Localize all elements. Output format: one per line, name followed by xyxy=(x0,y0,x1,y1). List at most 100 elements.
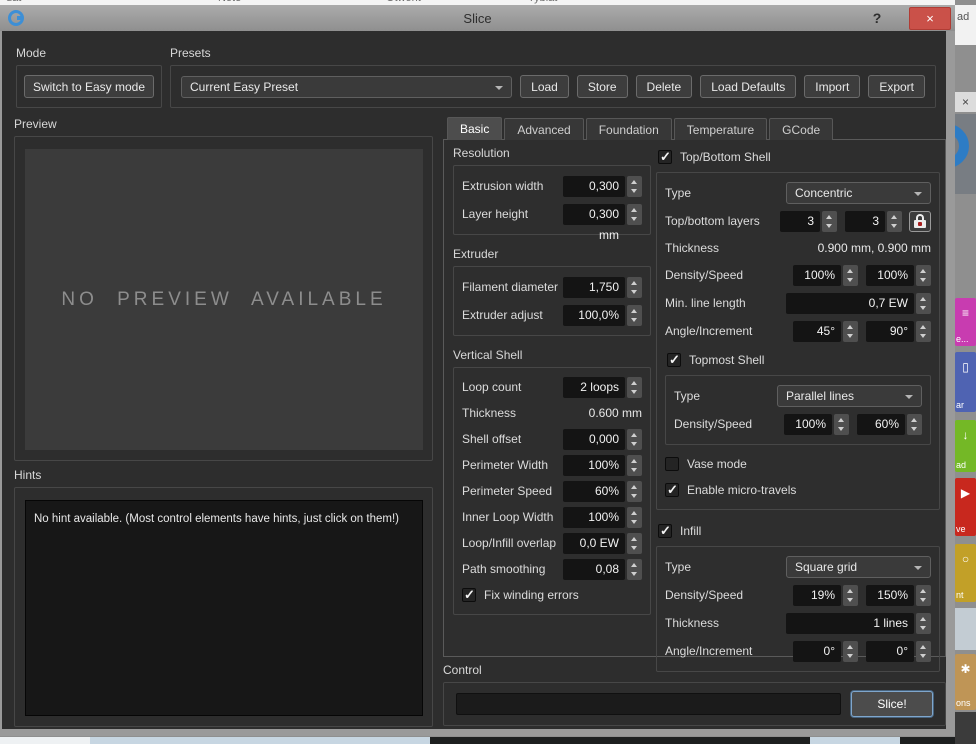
spinner-button[interactable] xyxy=(843,265,858,286)
topmost-type-dropdown[interactable]: Parallel lines xyxy=(777,385,922,407)
spinner-button[interactable] xyxy=(916,321,931,342)
layer-height-field[interactable]: 0,300 mm xyxy=(563,204,625,225)
fix-winding-checkbox[interactable] xyxy=(462,588,476,602)
delete-button[interactable]: Delete xyxy=(636,75,693,98)
background-fragment xyxy=(955,712,976,744)
tbs-layers-field-1[interactable]: 3 xyxy=(780,211,820,232)
infill-density-row: Density/Speed 19% 150% xyxy=(657,581,939,609)
tab-advanced[interactable]: Advanced xyxy=(504,118,583,140)
basic-tab-panel: Resolution Extrusion width 0,300 mm Laye… xyxy=(443,139,946,657)
spinner-button[interactable] xyxy=(627,305,642,326)
tab-foundation[interactable]: Foundation xyxy=(586,118,672,140)
vertical-shell-title: Vertical Shell xyxy=(453,348,651,362)
perimeter-width-field[interactable]: 100% xyxy=(563,455,625,476)
tbs-angle-row: Angle/Increment 45° 90° xyxy=(657,317,939,345)
spinner-button[interactable] xyxy=(627,559,642,580)
background-close-icon[interactable]: × xyxy=(955,92,976,112)
spinner-button[interactable] xyxy=(627,204,642,225)
spinner-button[interactable] xyxy=(627,455,642,476)
spinner-button[interactable] xyxy=(627,507,642,528)
perimeter-speed-field[interactable]: 60% xyxy=(563,481,625,502)
titlebar[interactable]: Slice ? × xyxy=(0,5,955,31)
lock-icon[interactable] xyxy=(909,211,931,232)
micro-travels-checkbox[interactable] xyxy=(665,483,679,497)
spinner-button[interactable] xyxy=(627,429,642,450)
spinner-button[interactable] xyxy=(916,641,931,662)
import-button[interactable]: Import xyxy=(804,75,860,98)
top-bottom-shell-checkbox[interactable] xyxy=(658,150,672,164)
bg-toolbar-button-1[interactable]: ≡ e... xyxy=(955,298,976,346)
bg-toolbar-button-5[interactable]: ○ nt xyxy=(955,544,976,602)
tab-gcode[interactable]: GCode xyxy=(769,118,833,140)
switch-easy-mode-button[interactable]: Switch to Easy mode xyxy=(24,75,154,98)
bg-toolbar-button-2[interactable]: ▯ ar xyxy=(955,352,976,412)
spinner-button[interactable] xyxy=(627,277,642,298)
infill-angle-row: Angle/Increment 0° 0° xyxy=(657,637,939,665)
tbs-increment-field[interactable]: 90° xyxy=(866,321,914,342)
close-button[interactable]: × xyxy=(909,7,951,30)
inner-loop-width-field[interactable]: 100% xyxy=(563,507,625,528)
spinner-button[interactable] xyxy=(627,377,642,398)
spinner-button[interactable] xyxy=(834,414,849,435)
path-smoothing-field[interactable]: 0,08 xyxy=(563,559,625,580)
infill-thickness-field[interactable]: 1 lines xyxy=(786,613,914,634)
spinner-button[interactable] xyxy=(916,613,931,634)
loop-infill-overlap-field[interactable]: 0,0 EW xyxy=(563,533,625,554)
presets-box: Current Easy Preset Load Store Delete Lo… xyxy=(170,65,936,108)
spinner-button[interactable] xyxy=(843,585,858,606)
spinner-button[interactable] xyxy=(843,641,858,662)
preview-panel: NO PREVIEW AVAILABLE xyxy=(25,149,423,450)
help-button[interactable]: ? xyxy=(867,8,887,28)
tbs-angle-field[interactable]: 45° xyxy=(793,321,841,342)
extrusion-width-field[interactable]: 0,300 mm xyxy=(563,176,625,197)
infill-speed-field[interactable]: 150% xyxy=(866,585,914,606)
preset-dropdown[interactable]: Current Easy Preset xyxy=(181,76,512,98)
topmost-density-field[interactable]: 100% xyxy=(784,414,832,435)
topmost-speed-field[interactable]: 60% xyxy=(857,414,905,435)
vase-mode-checkbox[interactable] xyxy=(665,457,679,471)
spinner-button[interactable] xyxy=(627,176,642,197)
infill-increment-field[interactable]: 0° xyxy=(866,641,914,662)
hints-text: No hint available. (Most control element… xyxy=(34,513,399,525)
bg-toolbar-button-6[interactable]: ✱ ons xyxy=(955,654,976,710)
spinner-button[interactable] xyxy=(916,265,931,286)
resolution-group: Resolution Extrusion width 0,300 mm Laye… xyxy=(453,146,651,235)
infill-density-field[interactable]: 19% xyxy=(793,585,841,606)
tab-basic[interactable]: Basic xyxy=(447,117,502,140)
dialog-body: Mode Switch to Easy mode Presets Current… xyxy=(2,31,946,729)
slice-button[interactable]: Slice! xyxy=(851,691,933,717)
infill-type-dropdown[interactable]: Square grid xyxy=(786,556,931,578)
spinner-button[interactable] xyxy=(907,414,922,435)
hints-label: Hints xyxy=(14,468,433,482)
spinner-button[interactable] xyxy=(916,293,931,314)
tab-temperature[interactable]: Temperature xyxy=(674,118,767,140)
spinner-button[interactable] xyxy=(843,321,858,342)
tbs-layers-field-2[interactable]: 3 xyxy=(845,211,885,232)
spinner-button[interactable] xyxy=(916,585,931,606)
spinner-button[interactable] xyxy=(627,533,642,554)
bg-toolbar-button-4[interactable]: ▶ ve xyxy=(955,478,976,536)
filament-diameter-field[interactable]: 1,750 mm xyxy=(563,277,625,298)
export-button[interactable]: Export xyxy=(868,75,925,98)
tbs-speed-field[interactable]: 100% xyxy=(866,265,914,286)
topmost-shell-checkbox[interactable] xyxy=(667,353,681,367)
tbs-density-field[interactable]: 100% xyxy=(793,265,841,286)
store-button[interactable]: Store xyxy=(577,75,628,98)
inner-loop-width-row: Inner Loop Width 100% xyxy=(454,504,650,530)
background-bottom-strip xyxy=(0,737,955,744)
spinner-button[interactable] xyxy=(887,211,902,232)
load-defaults-button[interactable]: Load Defaults xyxy=(700,75,796,98)
infill-angle-field[interactable]: 0° xyxy=(793,641,841,662)
loop-count-field[interactable]: 2 loops xyxy=(563,377,625,398)
bg-toolbar-button-3[interactable]: ↓ ad xyxy=(955,420,976,472)
tbs-min-line-field[interactable]: 0,7 EW xyxy=(786,293,914,314)
load-button[interactable]: Load xyxy=(520,75,569,98)
hints-box: No hint available. (Most control element… xyxy=(14,487,433,727)
spinner-button[interactable] xyxy=(822,211,837,232)
tbs-type-dropdown[interactable]: Concentric xyxy=(786,182,931,204)
spinner-button[interactable] xyxy=(627,481,642,502)
tbs-thickness-row: Thickness 0.900 mm, 0.900 mm xyxy=(657,235,939,261)
extruder-adjust-field[interactable]: 100,0% xyxy=(563,305,625,326)
shell-offset-field[interactable]: 0,000 mm xyxy=(563,429,625,450)
infill-checkbox[interactable] xyxy=(658,524,672,538)
